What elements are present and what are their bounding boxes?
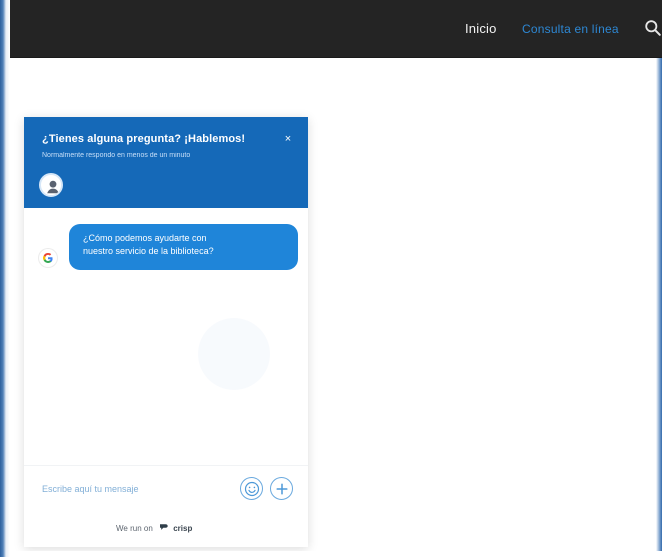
powered-by-crisp[interactable]: We run on crisp bbox=[116, 523, 226, 535]
right-frame-edge bbox=[656, 58, 662, 557]
bot-message-line-2: nuestro servicio de la biblioteca? bbox=[83, 246, 214, 256]
chat-body-watermark bbox=[198, 318, 270, 390]
left-frame-edge bbox=[0, 0, 10, 557]
brand-name: crisp bbox=[173, 524, 193, 533]
user-avatar-icon bbox=[39, 173, 63, 197]
crisp-logo-icon bbox=[159, 523, 169, 531]
chat-header-subtitle: Normalmente respondo en menos de un minu… bbox=[42, 152, 191, 159]
google-g-icon bbox=[39, 249, 57, 267]
chat-widget: ¿Tienes alguna pregunta? ¡Hablemos! Norm… bbox=[24, 117, 308, 547]
close-icon[interactable]: × bbox=[281, 132, 295, 146]
bottom-strip bbox=[10, 551, 662, 557]
chat-divider bbox=[24, 465, 308, 466]
bot-message-bubble: ¿Cómo podemos ayudarte con nuestro servi… bbox=[69, 224, 298, 270]
plus-icon[interactable] bbox=[270, 477, 293, 500]
chat-message-input[interactable] bbox=[42, 480, 212, 498]
brand-prefix: We run on bbox=[116, 524, 153, 533]
smile-icon[interactable] bbox=[240, 477, 263, 500]
nav-item-inicio[interactable]: Inicio bbox=[465, 21, 497, 37]
chat-header-title: ¿Tienes alguna pregunta? ¡Hablemos! bbox=[42, 133, 246, 145]
bot-message-line-1: ¿Cómo podemos ayudarte con bbox=[83, 233, 207, 243]
search-icon[interactable] bbox=[644, 19, 662, 37]
page: Inicio Consulta en línea ¿Tienes alguna … bbox=[0, 0, 662, 557]
nav-item-consulta-en-linea[interactable]: Consulta en línea bbox=[522, 21, 619, 37]
chat-header: ¿Tienes alguna pregunta? ¡Hablemos! Norm… bbox=[24, 117, 308, 208]
